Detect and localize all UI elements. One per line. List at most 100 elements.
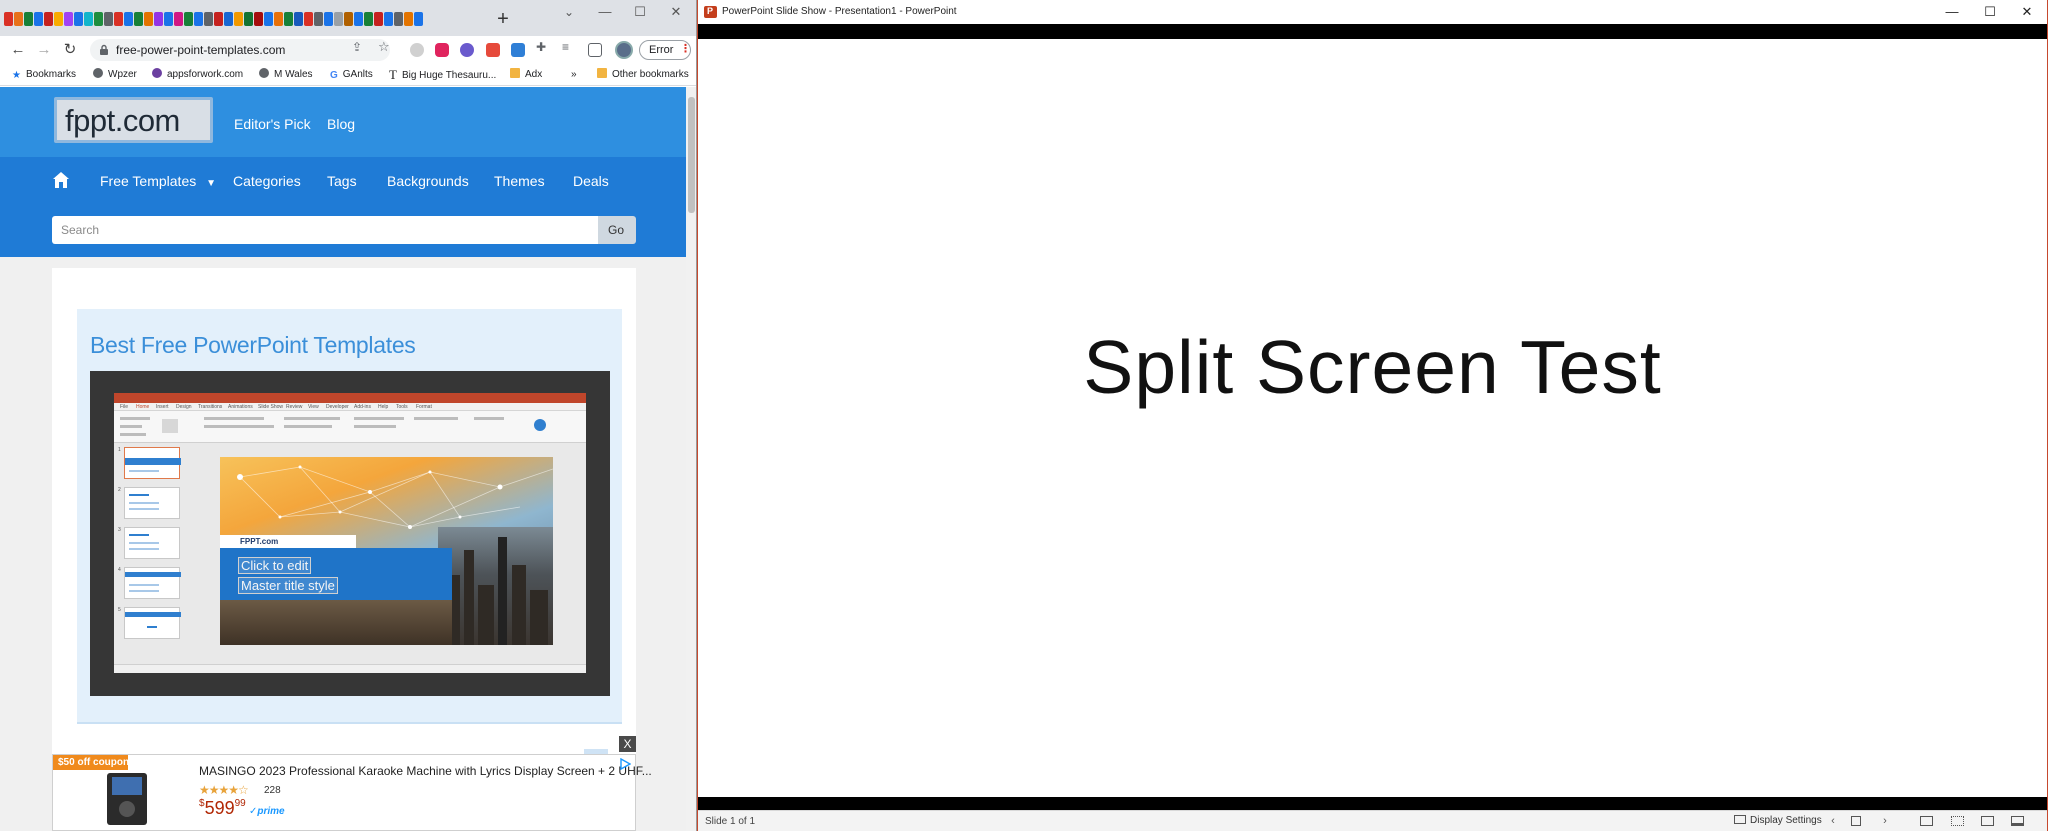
pinned-tab-favicon-icon[interactable]	[324, 12, 333, 26]
new-tab-button[interactable]: +	[493, 9, 513, 29]
bookmark-item[interactable]: T Big Huge Thesauru...	[389, 68, 496, 82]
pinned-tab-favicon-icon[interactable]	[114, 12, 123, 26]
pinned-tab-favicon-icon[interactable]	[4, 12, 13, 26]
pinned-tab-favicon-icon[interactable]	[174, 12, 183, 26]
bookmark-item[interactable]: Wpzer	[93, 68, 137, 82]
editors-pick-link[interactable]: Editor's Pick	[234, 116, 311, 132]
pinned-tab-favicon-icon[interactable]	[144, 12, 153, 26]
pinned-tab-favicon-icon[interactable]	[294, 12, 303, 26]
extension-icon[interactable]	[410, 43, 424, 57]
panel-title[interactable]: Best Free PowerPoint Templates	[90, 332, 416, 359]
avatar[interactable]	[615, 41, 633, 59]
bookmark-star-icon[interactable]: ☆	[378, 39, 392, 54]
pinned-tab-favicon-icon[interactable]	[134, 12, 143, 26]
pinned-tab-favicon-icon[interactable]	[104, 12, 113, 26]
nav-backgrounds[interactable]: Backgrounds	[387, 173, 469, 189]
go-button[interactable]: Go	[598, 216, 636, 244]
pinned-tab-favicon-icon[interactable]	[184, 12, 193, 26]
pinned-tab-favicon-icon[interactable]	[194, 12, 203, 26]
extension-icon[interactable]	[511, 43, 525, 57]
pinned-tab-favicon-icon[interactable]	[44, 12, 53, 26]
pinned-tab-favicon-icon[interactable]	[124, 12, 133, 26]
pinned-tab-favicon-icon[interactable]	[274, 12, 283, 26]
pinned-tab-favicon-icon[interactable]	[264, 12, 273, 26]
pinned-tab-favicon-icon[interactable]	[254, 12, 263, 26]
slideshow-view-icon[interactable]	[2011, 816, 2024, 826]
maximize-button[interactable]: ☐	[1975, 2, 2005, 22]
home-icon[interactable]	[52, 171, 70, 189]
pinned-tab-favicon-icon[interactable]	[344, 12, 353, 26]
pinned-tab-favicon-icon[interactable]	[74, 12, 83, 26]
pocket-icon[interactable]	[435, 43, 449, 57]
nav-free-templates[interactable]: Free Templates ▼	[100, 173, 216, 189]
bookmark-item[interactable]: G GAnlts	[330, 68, 373, 82]
ad-info-icon[interactable]	[619, 758, 631, 770]
close-button[interactable]: ✕	[662, 2, 690, 22]
nav-tags[interactable]: Tags	[327, 173, 357, 189]
template-screenshot[interactable]: File Home Insert Design Transitions Anim…	[90, 371, 610, 696]
puzzle-icon[interactable]: ✚	[536, 40, 550, 54]
address-bar[interactable]: free-power-point-templates.com	[90, 39, 390, 61]
minimize-button[interactable]: —	[591, 2, 619, 22]
share-icon[interactable]: ⇪	[352, 40, 366, 54]
bookmark-item[interactable]: ★ Bookmarks	[12, 68, 76, 82]
extension-icon[interactable]	[486, 43, 500, 57]
site-logo[interactable]: fppt.com	[54, 97, 213, 143]
pinned-tab-favicon-icon[interactable]	[404, 12, 413, 26]
pinned-tab-favicon-icon[interactable]	[224, 12, 233, 26]
next-slide-icon[interactable]: ›	[1878, 815, 1892, 827]
pinned-tab-favicon-icon[interactable]	[84, 12, 93, 26]
pinned-tab-favicon-icon[interactable]	[394, 12, 403, 26]
lock-icon[interactable]	[98, 44, 110, 56]
pinned-tab-favicon-icon[interactable]	[234, 12, 243, 26]
pinned-tab-favicon-icon[interactable]	[64, 12, 73, 26]
pinned-tab-favicon-icon[interactable]	[384, 12, 393, 26]
scroll-thumb[interactable]	[688, 97, 695, 213]
page-scrollbar[interactable]	[686, 87, 696, 831]
product-image[interactable]	[107, 773, 147, 825]
pinned-tab-favicon-icon[interactable]	[414, 12, 423, 26]
ad-banner[interactable]: $50 off coupon MASINGO 2023 Professional…	[52, 754, 652, 831]
slide-list-icon[interactable]	[1851, 816, 1861, 826]
pinned-tab-favicon-icon[interactable]	[94, 12, 103, 26]
reading-view-icon[interactable]	[1981, 816, 1994, 826]
pinned-tab-favicon-icon[interactable]	[364, 12, 373, 26]
reload-button[interactable]: ↻	[60, 40, 80, 60]
bookmark-item[interactable]: appsforwork.com	[152, 68, 243, 82]
pinned-tab-favicon-icon[interactable]	[354, 12, 363, 26]
bookmark-item[interactable]: Adx	[510, 68, 542, 82]
nav-categories[interactable]: Categories	[233, 173, 301, 189]
slide-sorter-icon[interactable]	[1951, 816, 1964, 826]
maximize-button[interactable]: ☐	[626, 2, 654, 22]
nav-themes[interactable]: Themes	[494, 173, 545, 189]
pinned-tab-favicon-icon[interactable]	[304, 12, 313, 26]
pinned-tab-favicon-icon[interactable]	[34, 12, 43, 26]
tab-search-chevron-icon[interactable]: ⌄	[561, 5, 577, 21]
minimize-button[interactable]: —	[1937, 2, 1967, 22]
nav-deals[interactable]: Deals	[573, 173, 609, 189]
ad-close-button[interactable]: X	[619, 736, 636, 752]
pinned-tab-favicon-icon[interactable]	[334, 12, 343, 26]
side-panel-icon[interactable]	[588, 43, 602, 57]
pinned-tab-favicon-icon[interactable]	[54, 12, 63, 26]
search-input[interactable]: Search	[52, 216, 598, 244]
pinned-tab-favicon-icon[interactable]	[214, 12, 223, 26]
pinned-tab-favicon-icon[interactable]	[244, 12, 253, 26]
previous-slide-icon[interactable]: ‹	[1826, 815, 1840, 827]
display-settings-button[interactable]: Display Settings	[1734, 815, 1822, 826]
ad-title[interactable]: MASINGO 2023 Professional Karaoke Machin…	[199, 764, 652, 778]
blog-link[interactable]: Blog	[327, 116, 355, 132]
pinned-tab-favicon-icon[interactable]	[154, 12, 163, 26]
pinned-tab-favicon-icon[interactable]	[374, 12, 383, 26]
reading-list-icon[interactable]: ≡	[562, 40, 576, 54]
pinned-tab-favicon-icon[interactable]	[204, 12, 213, 26]
close-button[interactable]: ✕	[2012, 2, 2042, 22]
other-bookmarks[interactable]: Other bookmarks	[597, 68, 689, 82]
slide[interactable]: Split Screen Test	[698, 39, 2047, 797]
back-button[interactable]: ←	[8, 40, 28, 60]
pinned-tab-favicon-icon[interactable]	[314, 12, 323, 26]
error-button[interactable]: Error ⋮	[639, 40, 691, 60]
pinned-tab-favicon-icon[interactable]	[24, 12, 33, 26]
forward-button[interactable]: →	[34, 40, 54, 60]
pinned-tab-favicon-icon[interactable]	[284, 12, 293, 26]
